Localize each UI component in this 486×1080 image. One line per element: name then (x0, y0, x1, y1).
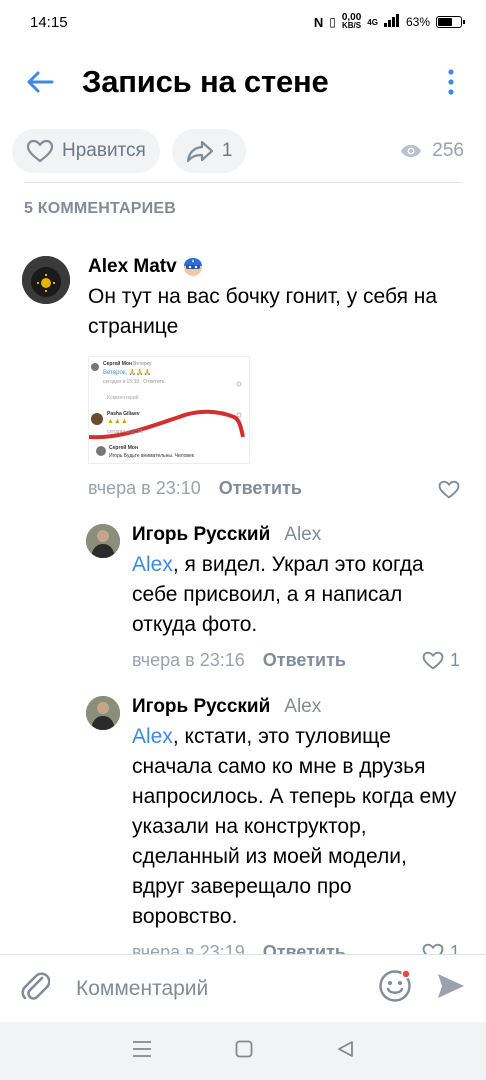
comment-author[interactable]: Alex Matv (88, 256, 466, 278)
status-bar: 14:15 N ▯ 0,00 KB/S 4G 63% (0, 0, 486, 44)
menu-nav-button[interactable] (132, 1040, 152, 1063)
views-counter: 256 (400, 140, 474, 162)
avatar-image (86, 696, 120, 730)
eye-icon (401, 145, 422, 157)
heart-icon (438, 480, 460, 499)
reply-button[interactable]: Ответить (263, 650, 346, 671)
send-icon (438, 974, 464, 998)
back-button[interactable] (20, 62, 60, 102)
screenshot-line: Игорь Будьте внимательны. Человек (109, 453, 194, 459)
comment-text: Alex, я видел. Украл это когда себе прис… (132, 553, 424, 636)
comment-like-button[interactable] (438, 480, 466, 499)
share-count: 1 (221, 140, 233, 161)
arrow-left-icon (27, 71, 54, 93)
comment: Игорь Русский Alex Alex, я видел. Украл … (86, 524, 466, 671)
attached-photo[interactable]: Сергей Мон Ветерку Ветерок, 🙏🙏🙏 сегодня … (88, 356, 250, 464)
comment-input-bar: Комментарий (0, 954, 486, 1022)
home-square-icon (235, 1040, 253, 1057)
comment-text: Он тут на вас бочку гонит, у себя на стр… (88, 285, 438, 338)
mention-link[interactable]: Alex (132, 725, 173, 748)
comments-count-header: 5 КОММЕНТАРИЕВ (24, 200, 176, 217)
nfc-icon: N (313, 14, 324, 30)
screenshot-line: Pasha Giliaev (107, 411, 140, 417)
screenshot-line: ▲▲▲ (107, 418, 128, 425)
reply-to-name[interactable]: Alex (284, 696, 321, 718)
comment-author[interactable]: Игорь Русский Alex (132, 696, 460, 718)
heart-icon (26, 139, 54, 163)
reply-to-name[interactable]: Alex (284, 524, 321, 546)
divider (24, 182, 462, 183)
paperclip-icon (21, 972, 51, 1000)
signal-icon (383, 14, 400, 30)
status-time: 14:15 (30, 13, 68, 31)
comment-like-button[interactable]: 1 (422, 650, 460, 671)
screenshot-line: Ветерок, 🙏🙏🙏 (103, 370, 152, 376)
mask-emoji-icon (183, 258, 202, 276)
avatar[interactable] (86, 524, 120, 558)
avatar[interactable] (22, 256, 70, 304)
reply-button[interactable]: Ответить (219, 478, 302, 499)
comment-author[interactable]: Игорь Русский Alex (132, 524, 460, 546)
comment-input[interactable]: Комментарий (76, 977, 378, 1001)
comment-body: Игорь Русский Alex Alex, кстати, это тул… (132, 696, 460, 963)
comment-text: Alex, кстати, это туловище сначала само … (132, 725, 457, 928)
recent-apps-icon (132, 1040, 151, 1057)
comment: Игорь Русский Alex Alex, кстати, это тул… (86, 696, 466, 963)
screenshot-line: Сергей Мон (109, 445, 139, 451)
comment-meta: вчера в 23:10 Ответить (88, 478, 466, 499)
battery-icon (436, 16, 465, 28)
system-nav-bar (0, 1022, 486, 1080)
comment-body: Игорь Русский Alex Alex, я видел. Украл … (132, 524, 460, 671)
screenshot-line: сегодня в 15:39 Ответить (103, 379, 165, 385)
comment: Alex Matv Он тут на вас бочку гонит, у с… (22, 256, 466, 499)
like-button[interactable]: Нравится (12, 129, 160, 173)
screenshot-line: Сергей Мон (103, 361, 133, 367)
comment-body: Alex Matv Он тут на вас бочку гонит, у с… (88, 256, 466, 499)
like-label: Нравится (62, 140, 146, 161)
mention-link[interactable]: Alex (132, 553, 173, 576)
avatar[interactable] (86, 696, 120, 730)
share-icon (186, 140, 213, 163)
status-icons: N ▯ 0,00 KB/S 4G 63% (313, 12, 465, 30)
comment-time: вчера в 23:16 (132, 650, 245, 670)
views-count: 256 (432, 140, 464, 161)
more-menu-button[interactable] (436, 62, 466, 102)
share-button[interactable]: 1 (171, 129, 247, 173)
comment-meta: вчера в 23:16 Ответить (132, 650, 460, 671)
post-actions: Нравится 1 256 (0, 120, 486, 182)
comment-time: вчера в 23:10 (88, 478, 201, 498)
network-speed: 0,00 KB/S (341, 12, 362, 30)
back-nav-button[interactable] (336, 1040, 354, 1063)
more-vertical-icon (448, 69, 454, 95)
heart-icon (422, 651, 444, 670)
vibrate-icon: ▯ (329, 15, 336, 29)
avatar-image (22, 256, 70, 304)
app-header: Запись на стене (0, 44, 486, 120)
screen: 14:15 N ▯ 0,00 KB/S 4G 63% Запись на сте… (0, 0, 486, 1080)
screenshot-line: Комментарий (107, 395, 139, 401)
back-triangle-icon (338, 1040, 354, 1057)
page-title: Запись на стене (82, 64, 329, 99)
screenshot-line: Ветерку (133, 361, 152, 367)
attach-button[interactable] (20, 969, 51, 1008)
battery-percent: 63% (405, 15, 430, 29)
send-button[interactable] (436, 972, 466, 1005)
smile-icon (379, 969, 411, 1002)
screenshot-line: сегодня в 17:28 (107, 429, 143, 435)
like-count: 1 (449, 650, 460, 670)
network-type: 4G (367, 17, 378, 27)
avatar-image (86, 524, 120, 558)
home-nav-button[interactable] (235, 1040, 253, 1063)
emoji-button[interactable] (378, 969, 412, 1008)
